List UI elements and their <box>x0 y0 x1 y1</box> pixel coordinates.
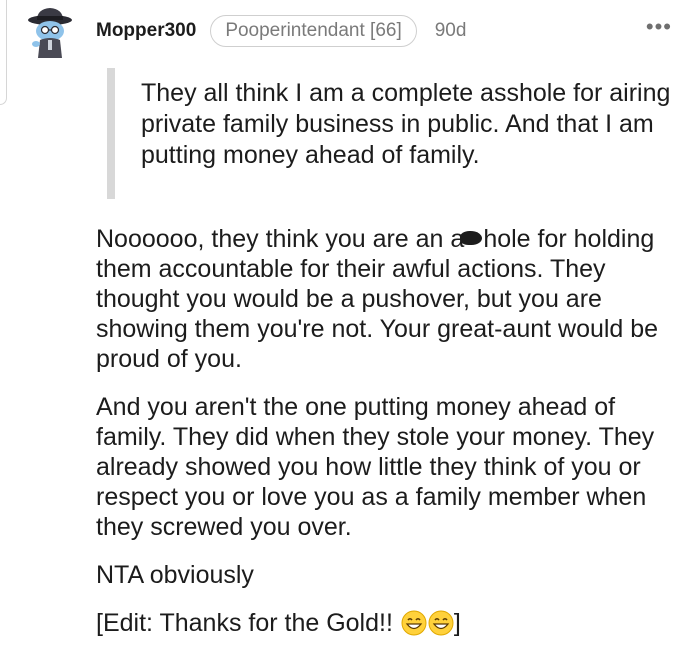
comment-body: Noooooo, they think you are an a hole for… <box>96 224 686 656</box>
comment-age: 90d <box>434 20 467 41</box>
paragraph-text-start: Noooooo, they think you are an a <box>96 225 465 253</box>
username-link[interactable]: Mopper300 <box>96 20 196 42</box>
grinning-face-icon <box>401 610 427 636</box>
comment-paragraph: Noooooo, they think you are an a hole for… <box>96 224 686 374</box>
grinning-face-icon <box>428 610 454 636</box>
comment-paragraph: And you aren't the one putting money ahe… <box>96 393 655 541</box>
avatar[interactable] <box>26 6 76 60</box>
thread-line <box>0 0 7 105</box>
more-options-icon[interactable]: ••• <box>646 16 672 38</box>
edit-text: [Edit: Thanks for the Gold!! <box>96 609 400 637</box>
censor-scribble-icon <box>460 231 483 246</box>
comment-paragraph: NTA obviously <box>96 561 254 589</box>
user-flair: Pooperintendant [66] <box>210 15 417 47</box>
comment-header: Mopper300 Pooperintendant [66] 90d <box>96 14 466 48</box>
edit-text-close: ] <box>453 609 461 637</box>
comment-paragraph: [Edit: Thanks for the Gold!! ] <box>96 608 686 638</box>
quoted-text: They all think I am a complete asshole f… <box>107 68 700 199</box>
